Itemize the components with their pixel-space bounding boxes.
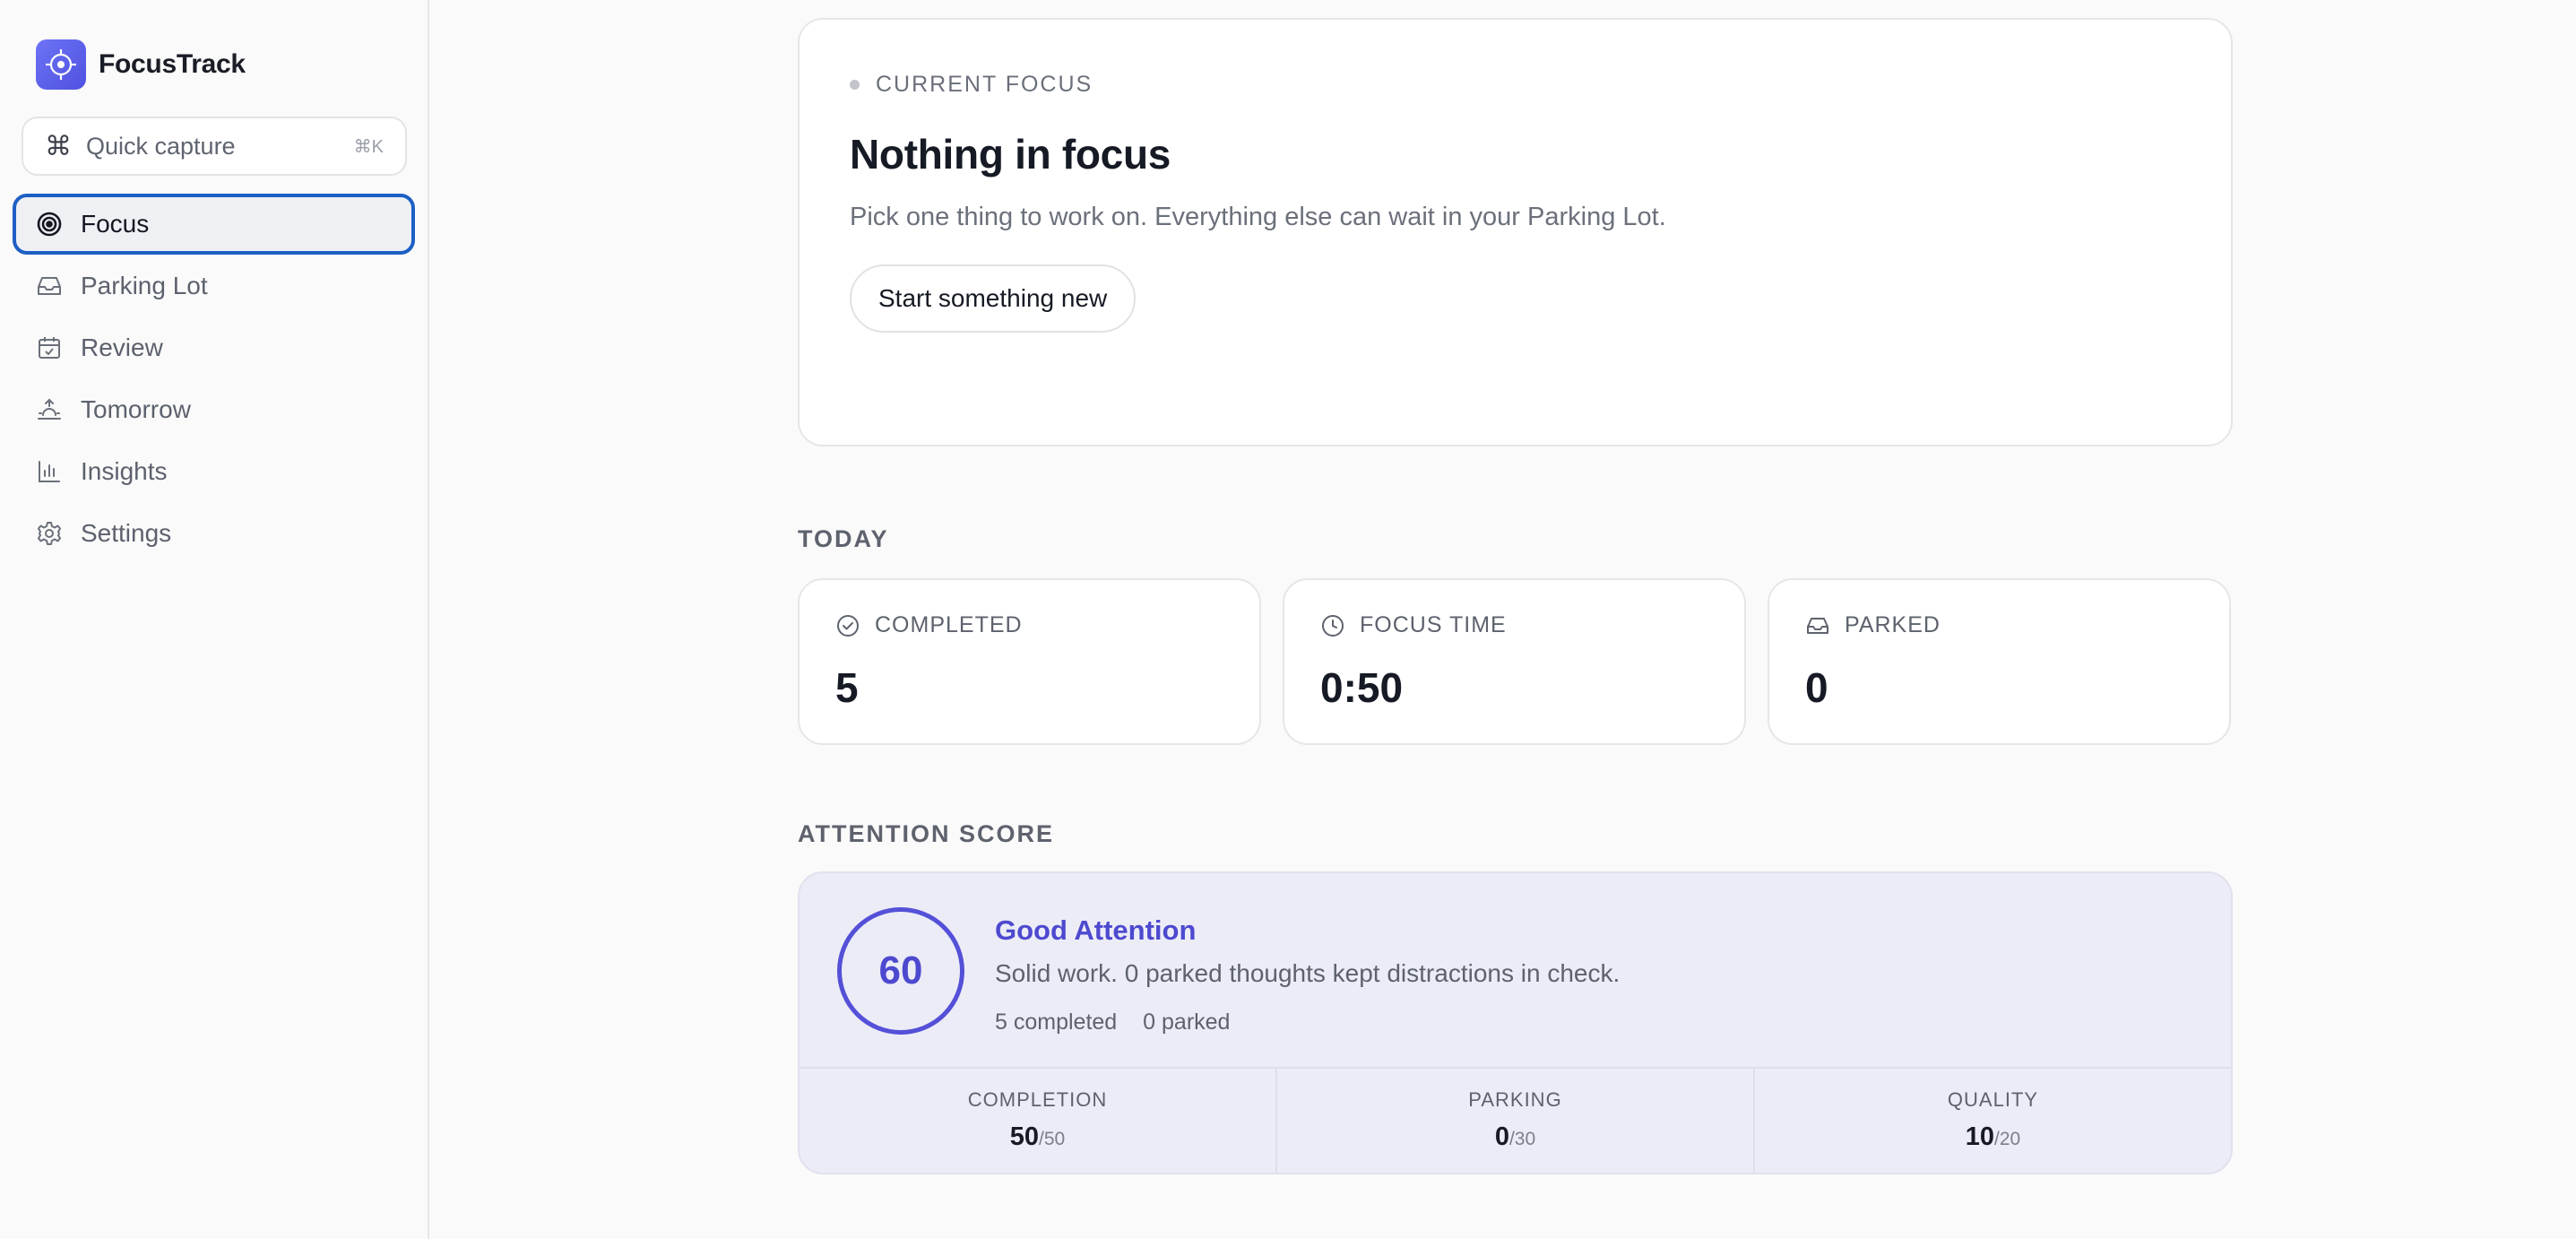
sidebar-item-focus[interactable]: Focus	[13, 194, 415, 255]
current-focus-title: Nothing in focus	[850, 131, 1171, 178]
attention-heading: Good Attention	[995, 914, 1197, 946]
focustrack-logo-icon	[36, 39, 86, 90]
stat-value: 0:50	[1320, 664, 1404, 711]
quick-capture-label: Quick capture	[86, 132, 236, 160]
app-name: FocusTrack	[99, 49, 246, 79]
attention-section-title: ATTENTION SCORE	[798, 820, 1054, 847]
sidebar-item-settings[interactable]: Settings	[13, 503, 415, 564]
attention-summary: 60 Good Attention Solid work. 0 parked t…	[800, 873, 2231, 1067]
content-column: CURRENT FOCUS Nothing in focus Pick one …	[798, 18, 2233, 1174]
today-stats: COMPLETED 5 FOCUS TIME 0:50 PARKED 0	[798, 578, 2233, 745]
stat-label: COMPLETED	[875, 612, 1023, 637]
attention-breakdown: COMPLETION 50/50 PARKING 0/30 QUALITY 10…	[800, 1067, 2231, 1173]
attention-description: Solid work. 0 parked thoughts kept distr…	[995, 959, 1621, 987]
sidebar-item-label: Focus	[81, 210, 150, 238]
breakdown-parking: PARKING 0/30	[1275, 1069, 1753, 1173]
sidebar-item-label: Parking Lot	[81, 272, 208, 299]
sidebar-nav: Focus Parking Lot Review Tomorrow Insigh…	[13, 194, 415, 564]
gear-icon	[38, 522, 61, 545]
sidebar-item-label: Settings	[81, 519, 172, 547]
sidebar-item-parking-lot[interactable]: Parking Lot	[13, 256, 415, 316]
check-circle-icon	[837, 614, 859, 637]
sidebar-item-tomorrow[interactable]: Tomorrow	[13, 379, 415, 440]
attention-meta: 5 completed 0 parked	[995, 1009, 1620, 1035]
today-section-title: TODAY	[798, 525, 889, 552]
breakdown-max: /50	[1039, 1129, 1066, 1149]
bar-chart-icon	[39, 461, 60, 482]
quick-capture-button[interactable]: ⌘ Quick capture ⌘K	[22, 117, 407, 176]
attention-score-ring: 60	[837, 907, 964, 1035]
breakdown-completion: COMPLETION 50/50	[800, 1069, 1275, 1173]
current-focus-label: CURRENT FOCUS	[850, 72, 2181, 98]
stat-label: PARKED	[1845, 612, 1941, 637]
stat-card-completed: COMPLETED 5	[798, 578, 1261, 745]
sidebar-item-label: Review	[81, 334, 163, 361]
breakdown-value: 0/30	[1495, 1122, 1535, 1152]
brand[interactable]: FocusTrack	[13, 39, 415, 90]
sidebar: FocusTrack ⌘ Quick capture ⌘K Focus Park…	[0, 0, 429, 1239]
breakdown-value: 50/50	[1010, 1122, 1065, 1152]
main-content: CURRENT FOCUS Nothing in focus Pick one …	[429, 0, 2576, 1239]
target-icon	[37, 212, 62, 237]
stat-value: 0	[1805, 664, 1828, 711]
breakdown-value: 10/20	[1966, 1122, 2020, 1152]
current-focus-description: Pick one thing to work on. Everything el…	[850, 203, 1666, 231]
breakdown-score: 50	[1009, 1122, 1040, 1151]
start-something-new-button[interactable]: Start something new	[850, 264, 1137, 333]
parked-count: 0 parked	[1143, 1009, 1231, 1035]
sidebar-item-insights[interactable]: Insights	[13, 441, 415, 502]
inbox-icon	[38, 277, 61, 295]
breakdown-score: 0	[1494, 1122, 1509, 1151]
stat-card-focus-time: FOCUS TIME 0:50	[1283, 578, 1746, 745]
completed-count: 5 completed	[995, 1009, 1118, 1035]
breakdown-max: /20	[1994, 1129, 2021, 1149]
sunrise-icon	[38, 398, 61, 420]
attention-score-card: 60 Good Attention Solid work. 0 parked t…	[798, 871, 2233, 1174]
stat-header: COMPLETED	[835, 612, 1259, 638]
breakdown-max: /30	[1508, 1129, 1536, 1149]
attention-text: Good Attention Solid work. 0 parked thou…	[995, 907, 1620, 1067]
command-icon: ⌘	[45, 131, 72, 161]
stat-header: FOCUS TIME	[1320, 612, 1744, 638]
stat-card-parked: PARKED 0	[1768, 578, 2231, 745]
stat-label: FOCUS TIME	[1360, 612, 1507, 637]
clock-icon	[1322, 614, 1344, 637]
status-dot-icon	[850, 80, 860, 90]
current-focus-label-text: CURRENT FOCUS	[876, 72, 1094, 97]
stat-header: PARKED	[1805, 612, 2229, 638]
calendar-check-icon	[39, 337, 60, 359]
breakdown-score: 10	[1965, 1122, 1995, 1151]
current-focus-card: CURRENT FOCUS Nothing in focus Pick one …	[798, 18, 2233, 446]
stat-value: 5	[835, 664, 859, 711]
inbox-icon	[1807, 617, 1828, 634]
sidebar-item-review[interactable]: Review	[13, 317, 415, 378]
app-root: FocusTrack ⌘ Quick capture ⌘K Focus Park…	[0, 0, 2576, 1239]
breakdown-label: COMPLETION	[967, 1088, 1108, 1111]
quick-capture-shortcut: ⌘K	[353, 136, 384, 157]
sidebar-item-label: Tomorrow	[81, 395, 191, 423]
sidebar-item-label: Insights	[81, 457, 168, 485]
breakdown-label: PARKING	[1468, 1088, 1562, 1111]
breakdown-quality: QUALITY 10/20	[1753, 1069, 2231, 1173]
breakdown-label: QUALITY	[1947, 1088, 2039, 1111]
